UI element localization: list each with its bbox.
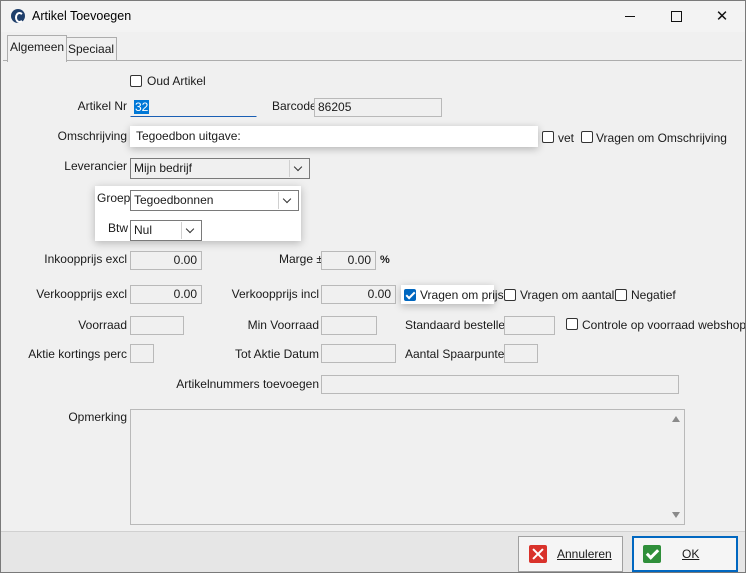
artikel-nr-field[interactable]: 32 [130, 98, 257, 117]
vragen-om-prijs-checkbox[interactable] [404, 289, 416, 301]
btw-select[interactable]: Nul [130, 220, 202, 241]
omschrijving-value: Tegoedbon uitgave: [136, 129, 241, 143]
voorraad-field[interactable] [130, 316, 184, 335]
oud-artikel-checkbox[interactable] [130, 75, 142, 87]
standaard-bestellen-label: Standaard bestellen [405, 318, 512, 332]
tab-speciaal[interactable]: Speciaal [65, 37, 118, 60]
dialog-window: Artikel Toevoegen ✕ Algemeen Speciaal Ou… [0, 0, 746, 573]
tot-aktie-datum-field[interactable] [321, 344, 396, 363]
scroll-up-icon[interactable] [672, 416, 680, 422]
oud-artikel-label: Oud Artikel [147, 74, 206, 88]
controle-voorraad-label: Controle op voorraad webshop [582, 318, 746, 332]
vet-label: vet [558, 131, 575, 145]
artikel-nr-value: 32 [134, 100, 150, 114]
vragen-om-aantal-checkbox[interactable] [504, 289, 516, 301]
groep-label: Groep [97, 191, 131, 205]
verkoopprijs-incl-label: Verkoopprijs incl [231, 287, 319, 301]
groep-value: Tegoedbonnen [134, 193, 214, 207]
leverancier-select[interactable]: Mijn bedrijf [130, 158, 310, 179]
omschrijving-field[interactable]: Tegoedbon uitgave: [130, 126, 538, 147]
close-button[interactable]: ✕ [699, 1, 745, 32]
vragen-om-omschrijving-checkbox[interactable] [581, 131, 593, 143]
opmerking-label: Opmerking [68, 410, 127, 424]
negatief-label: Negatief [631, 288, 676, 302]
marge-percent-label: % [380, 254, 390, 266]
opmerking-textarea[interactable] [130, 409, 685, 525]
dialog-footer: Annuleren OK [1, 531, 745, 572]
aktie-kortings-label: Aktie kortings perc [28, 347, 127, 361]
groep-select[interactable]: Tegoedbonnen [130, 190, 299, 211]
barcode-label: Barcode [272, 99, 317, 113]
negatief-checkbox[interactable] [615, 289, 627, 301]
aktie-kortings-field[interactable] [130, 344, 154, 363]
minimize-icon [625, 16, 635, 17]
barcode-field[interactable]: 86205 [314, 98, 442, 117]
window-title: Artikel Toevoegen [32, 9, 132, 23]
controle-voorraad-checkbox[interactable] [566, 318, 578, 330]
vragen-om-prijs-label: Vragen om prijs [420, 288, 504, 302]
standaard-bestellen-field[interactable] [504, 316, 555, 335]
vragen-om-aantal-label: Vragen om aantal [520, 288, 615, 302]
btw-label: Btw [108, 221, 129, 235]
app-logo-icon [11, 9, 25, 23]
artikelnummers-toevoegen-label: Artikelnummers toevoegen [176, 377, 319, 391]
chevron-down-icon [289, 160, 307, 177]
tab-algemeen[interactable]: Algemeen [7, 35, 68, 62]
title-bar[interactable]: Artikel Toevoegen ✕ [1, 1, 745, 32]
leverancier-value: Mijn bedrijf [134, 161, 193, 175]
btw-value: Nul [134, 223, 153, 237]
annuleren-button[interactable]: Annuleren [518, 536, 623, 572]
artikel-nr-label: Artikel Nr [77, 99, 127, 113]
maximize-icon [671, 11, 682, 22]
check-icon [643, 545, 661, 563]
min-voorraad-field[interactable] [321, 316, 377, 335]
verkoopprijs-excl-field[interactable]: 0.00 [130, 285, 202, 304]
maximize-button[interactable] [653, 1, 699, 32]
marge-label: Marge ± [279, 252, 323, 266]
voorraad-label: Voorraad [78, 318, 127, 332]
aantal-spaarpunten-field[interactable] [504, 344, 538, 363]
vragen-om-omschrijving-label: Vragen om Omschrijving [596, 131, 727, 145]
min-voorraad-label: Min Voorraad [247, 318, 319, 332]
ok-button[interactable]: OK [632, 536, 738, 572]
leverancier-label: Leverancier [64, 159, 127, 173]
vet-checkbox[interactable] [542, 131, 554, 143]
cancel-icon [529, 545, 547, 563]
chevron-down-icon [278, 192, 296, 209]
inkoopprijs-field[interactable]: 0.00 [130, 251, 202, 270]
scroll-down-icon[interactable] [672, 512, 680, 518]
close-icon: ✕ [715, 8, 729, 25]
tot-aktie-datum-label: Tot Aktie Datum [234, 347, 319, 361]
marge-field[interactable]: 0.00 [321, 251, 376, 270]
annuleren-label: Annuleren [557, 547, 612, 561]
aantal-spaarpunten-label: Aantal Spaarpunten [405, 347, 512, 361]
verkoopprijs-excl-label: Verkoopprijs excl [36, 287, 127, 301]
omschrijving-label: Omschrijving [57, 129, 127, 143]
artikelnummers-toevoegen-field[interactable] [321, 375, 679, 394]
ok-label: OK [682, 547, 700, 561]
inkoopprijs-label: Inkoopprijs excl [44, 252, 127, 266]
opmerking-scrollbar[interactable] [669, 410, 684, 524]
tab-panel-algemeen: Oud Artikel Artikel Nr 32 Barcode 86205 … [3, 60, 745, 531]
verkoopprijs-incl-field[interactable]: 0.00 [321, 285, 396, 304]
minimize-button[interactable] [607, 1, 653, 32]
chevron-down-icon [181, 222, 199, 239]
